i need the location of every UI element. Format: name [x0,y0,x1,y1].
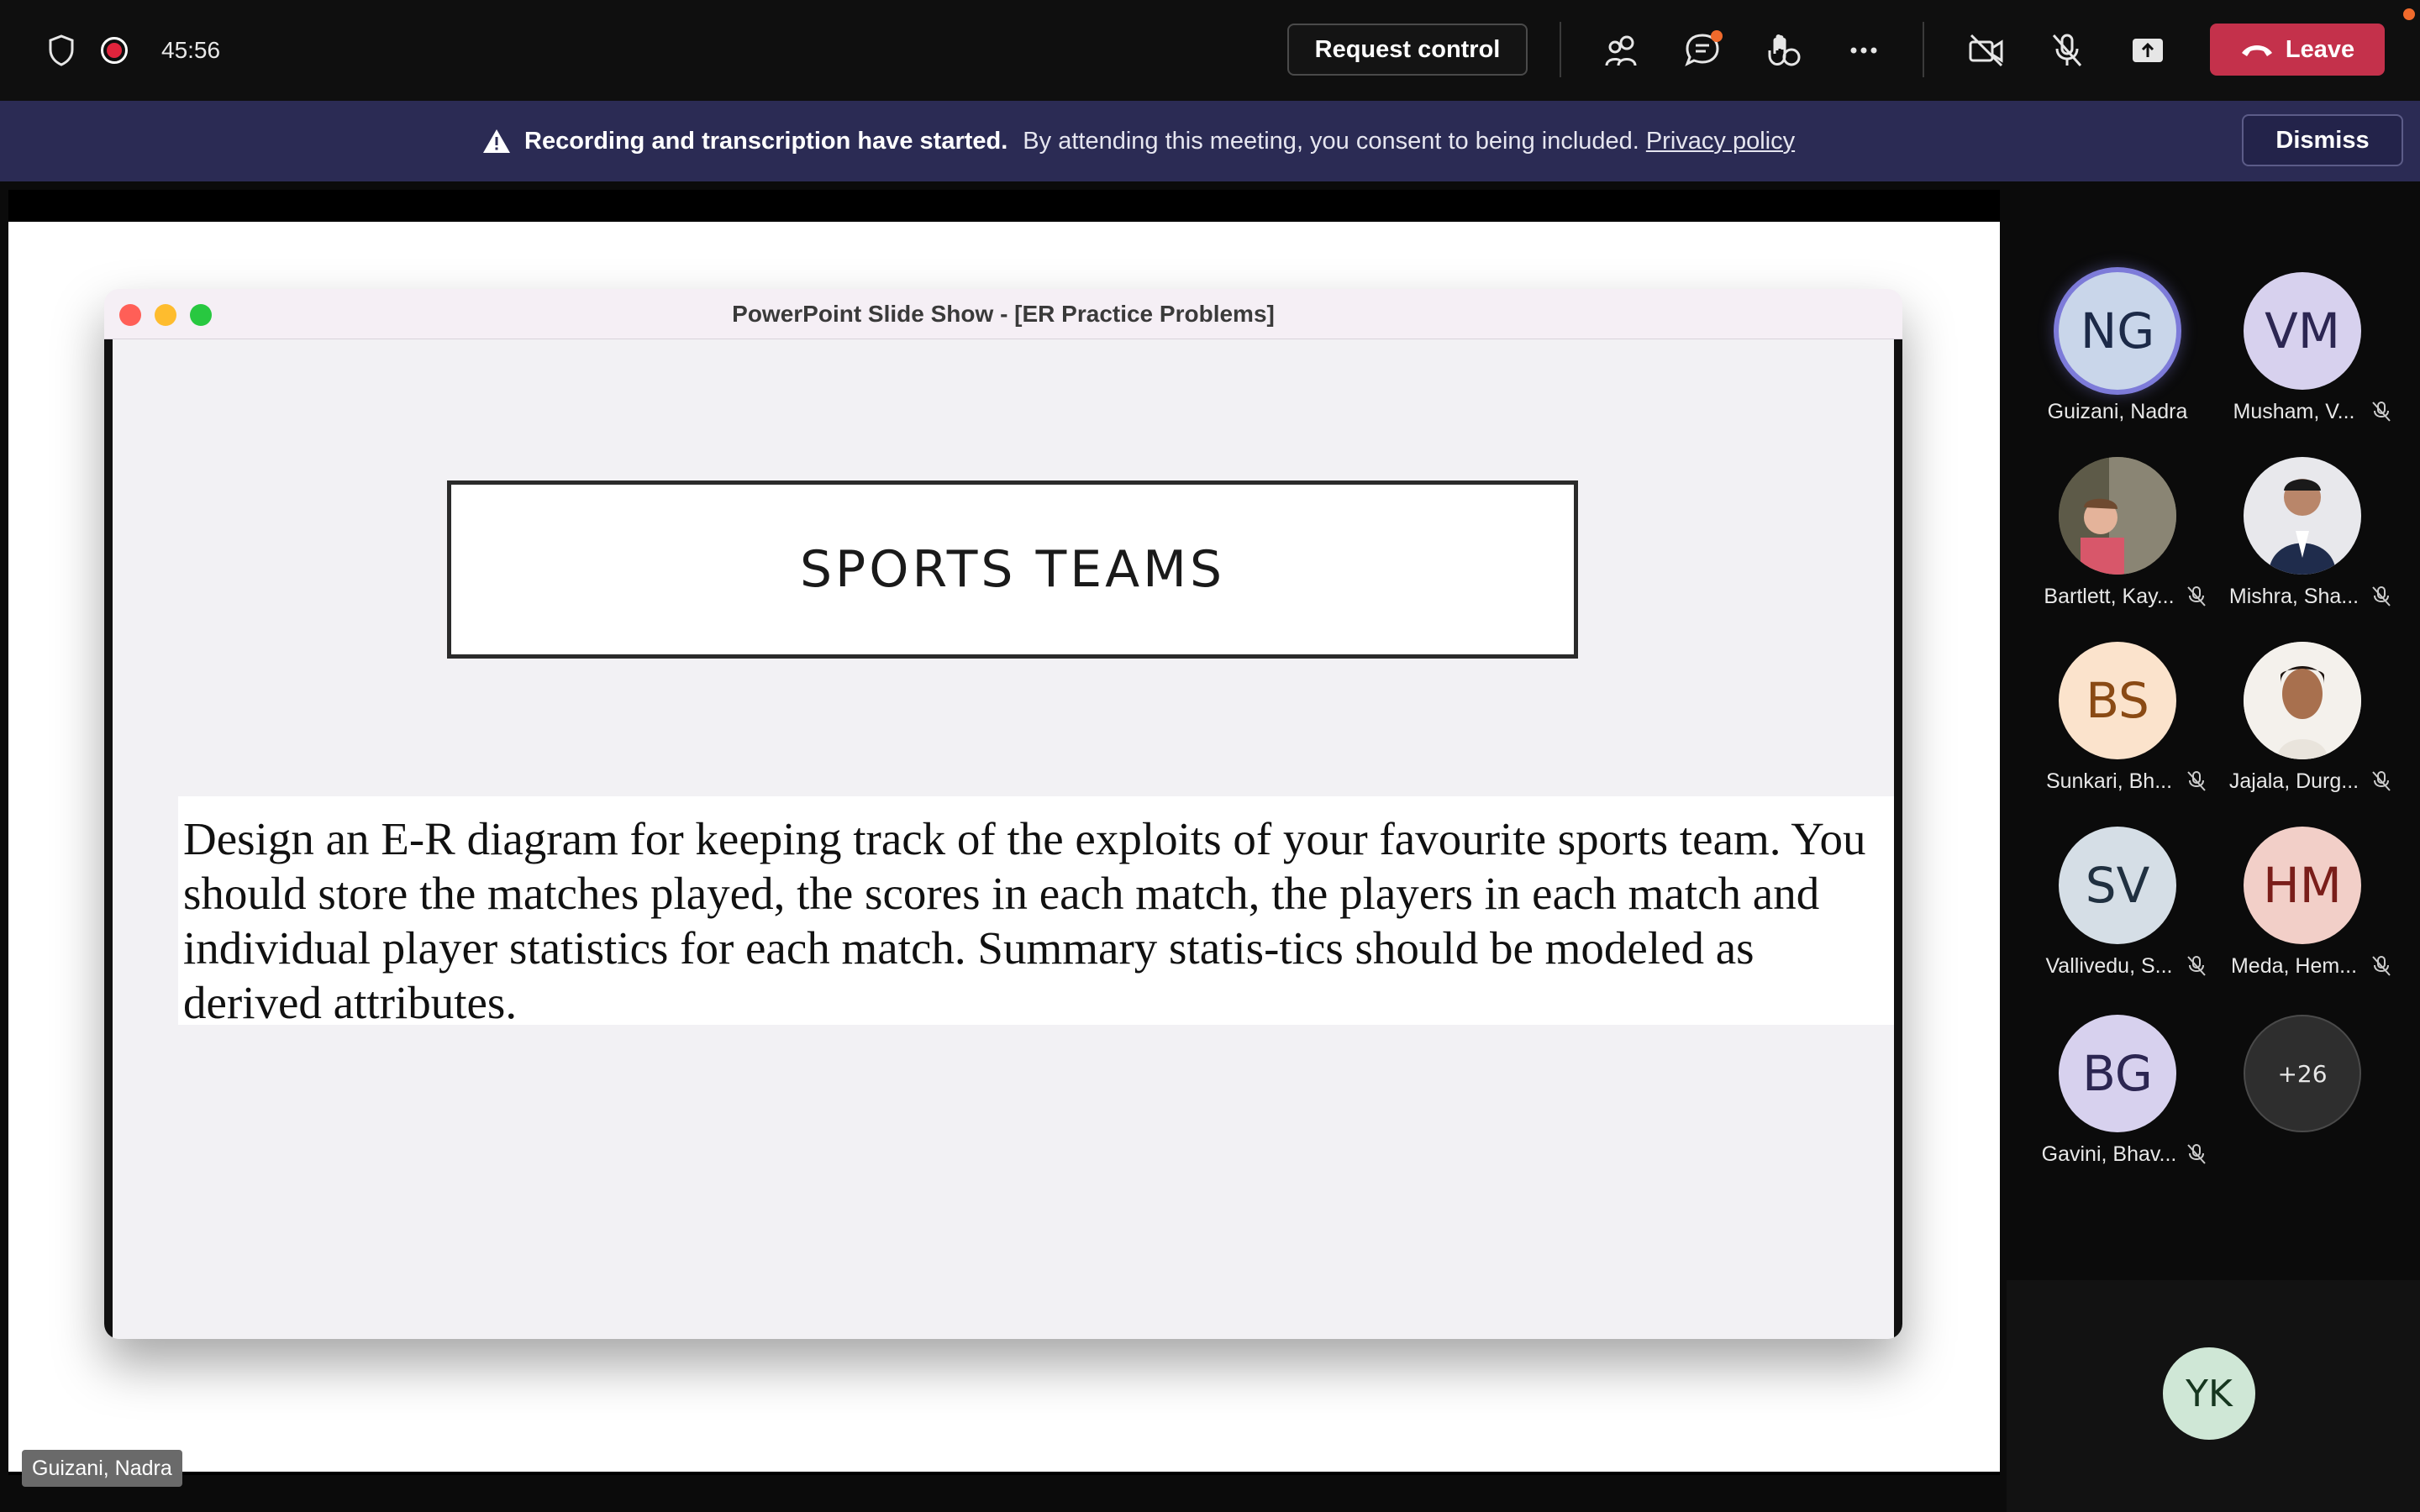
meeting-status: 45:56 [47,30,220,71]
avatar: SV [2059,827,2176,944]
presenter-name-tag: Guizani, Nadra [22,1450,182,1487]
meeting-toolbar: 45:56 Request control Leave [0,0,2420,101]
mic-off-icon [2372,956,2391,976]
participant-photo [2059,457,2176,575]
slide-body-text: Design an E-R diagram for keeping track … [183,813,1866,1028]
participant-tile[interactable]: Bartlett, Kay... [2025,457,2210,633]
leave-label: Leave [2285,35,2355,63]
participant-name: Jajala, Durg... [2228,769,2360,793]
meeting-timer: 45:56 [161,37,221,63]
participant-tile[interactable]: Mishra, Sha... [2210,457,2395,633]
avatar [2059,457,2176,575]
participant-photo [2244,457,2361,575]
self-view[interactable]: YK [2007,1280,2420,1512]
people-icon[interactable] [1598,27,1645,74]
participant-name: Guizani, Nadra [2047,400,2188,423]
participant-tile[interactable]: VM Musham, V... [2210,272,2395,449]
mic-off-icon[interactable] [2044,27,2091,74]
recording-icon [101,37,128,64]
window-title: PowerPoint Slide Show - [ER Practice Pro… [732,301,1275,327]
avatar [2244,457,2361,575]
slide-title-box: SPORTS TEAMS [447,480,1578,659]
participant-tile[interactable]: HM Meda, Hem... [2210,827,2395,1003]
participant-tile[interactable]: BS Sunkari, Bh... [2025,642,2210,818]
mic-off-icon [2372,771,2391,791]
self-avatar: YK [2163,1347,2255,1440]
chat-notification-dot [1711,30,1723,42]
participant-name: Mishra, Sha... [2228,585,2360,608]
slide-text-box: Design an E-R diagram for keeping track … [178,796,1894,1028]
dismiss-button[interactable]: Dismiss [2242,114,2403,166]
more-options-icon[interactable] [1840,27,1887,74]
privacy-policy-link[interactable]: Privacy policy [1646,128,1795,155]
participant-tile[interactable]: NG Guizani, Nadra [2025,272,2210,449]
participant-name: Musham, V... [2233,400,2355,423]
toolbar-divider [1560,22,1561,77]
participant-photo [2244,642,2361,759]
recording-banner: Recording and transcription have started… [0,101,2420,181]
toolbar-divider [1923,22,1924,77]
mic-off-icon [2187,1144,2206,1164]
raise-hand-icon[interactable] [1760,27,1807,74]
banner-text: By attending this meeting, you consent t… [1023,127,1639,155]
participant-name: Meda, Hem... [2230,954,2358,978]
window-titlebar: PowerPoint Slide Show - [ER Practice Pro… [104,289,1902,339]
participant-tile[interactable]: BG Gavini, Bhav... [2025,1015,2210,1191]
request-control-button[interactable]: Request control [1287,24,1528,76]
hang-up-icon [2241,45,2272,56]
shield-icon[interactable] [47,34,76,67]
participants-panel: NG Guizani, Nadra VM Musham, V... Bartle… [2007,190,2420,1282]
participant-tile[interactable]: SV Vallivedu, S... [2025,827,2210,1003]
powerpoint-window: PowerPoint Slide Show - [ER Practice Pro… [104,289,1902,1339]
participant-name: Vallivedu, S... [2045,954,2173,978]
overflow-count: +26 [2244,1015,2361,1132]
camera-off-icon[interactable] [1963,27,2010,74]
participant-name: Sunkari, Bh... [2045,769,2173,793]
status-notification-dot [2403,8,2415,20]
participant-name: Gavini, Bhav... [2041,1142,2177,1166]
avatar: NG [2059,272,2176,390]
slide: SPORTS TEAMS Design an E-R diagram for k… [104,339,1902,1339]
leave-button[interactable]: Leave [2210,24,2385,76]
avatar: HM [2244,827,2361,944]
avatar: BS [2059,642,2176,759]
slide-title: SPORTS TEAMS [799,540,1226,599]
mic-off-icon [2372,586,2391,606]
more-participants-button[interactable]: +26 [2210,1015,2395,1191]
share-screen-icon[interactable] [2124,27,2171,74]
warning-icon [483,129,510,153]
chat-icon[interactable] [1679,27,1726,74]
avatar: BG [2059,1015,2176,1132]
banner-title: Recording and transcription have started… [524,127,1008,155]
participant-name: Bartlett, Kay... [2044,585,2175,608]
avatar [2244,642,2361,759]
mic-off-icon [2372,402,2391,422]
participant-tile[interactable]: Jajala, Durg... [2210,642,2395,818]
avatar: VM [2244,272,2361,390]
